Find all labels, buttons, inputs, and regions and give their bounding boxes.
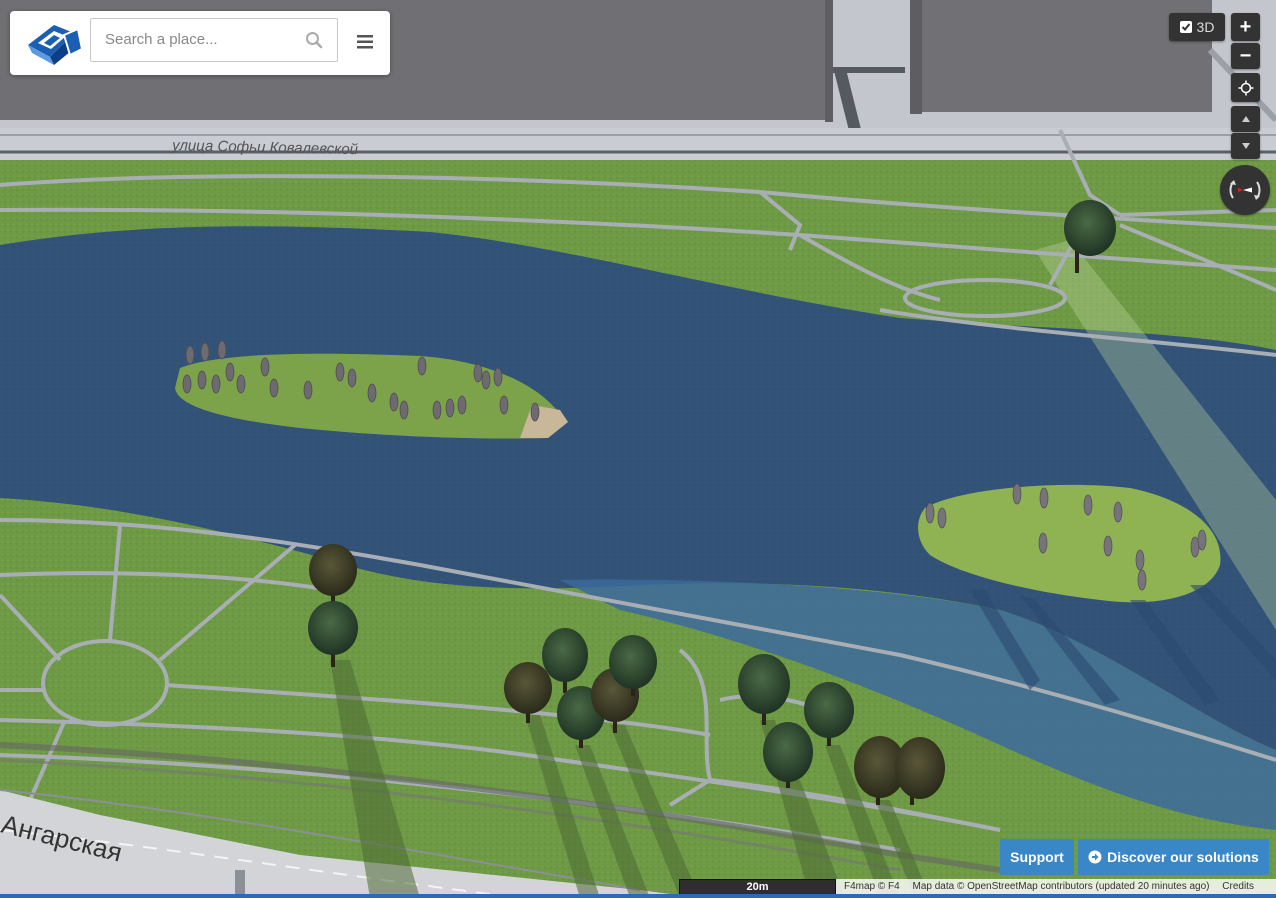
support-label: Support — [1010, 849, 1064, 865]
tilt-up-button[interactable] — [1231, 106, 1260, 132]
crosshair-icon — [1238, 80, 1253, 95]
search-input[interactable] — [91, 19, 305, 59]
map-canvas[interactable]: улица Софьи Ковалевской Ангарская — [0, 0, 1276, 898]
discover-solutions-button[interactable]: Discover our solutions — [1078, 839, 1269, 875]
compass-icon — [1229, 180, 1261, 200]
search-box — [90, 18, 338, 62]
attribution-bar: F4map © F4 Map data © OpenStreetMap cont… — [836, 879, 1276, 894]
minus-icon: − — [1239, 44, 1252, 67]
compass-button[interactable] — [1220, 165, 1270, 215]
arrow-circle-right-icon — [1088, 850, 1102, 864]
toggle-3d-label: 3D — [1196, 19, 1215, 35]
discover-label: Discover our solutions — [1107, 849, 1259, 865]
chevron-up-icon — [1241, 116, 1250, 122]
credits-link[interactable]: Credits — [1222, 881, 1254, 892]
locate-button[interactable] — [1231, 73, 1260, 102]
brand-credit: F4map © F4 — [844, 881, 900, 892]
support-button[interactable]: Support — [1000, 839, 1074, 875]
menu-icon[interactable] — [356, 33, 374, 51]
toggle-3d-button[interactable]: 3D — [1169, 13, 1225, 41]
search-icon[interactable] — [305, 31, 323, 49]
plus-icon: + — [1239, 15, 1252, 38]
f4map-logo[interactable] — [24, 19, 86, 67]
scale-label: 20m — [746, 881, 769, 893]
building — [825, 0, 833, 122]
checkbox-checked-icon — [1179, 21, 1192, 33]
zoom-out-button[interactable]: − — [1231, 43, 1260, 69]
chevron-down-icon — [1241, 143, 1250, 149]
zoom-in-button[interactable]: + — [1231, 13, 1260, 41]
search-panel — [10, 11, 390, 75]
bottom-strip — [0, 894, 1276, 898]
building — [910, 0, 922, 114]
tilt-down-button[interactable] — [1231, 133, 1260, 159]
osm-attribution-link[interactable]: Map data © OpenStreetMap contributors (u… — [913, 881, 1210, 892]
